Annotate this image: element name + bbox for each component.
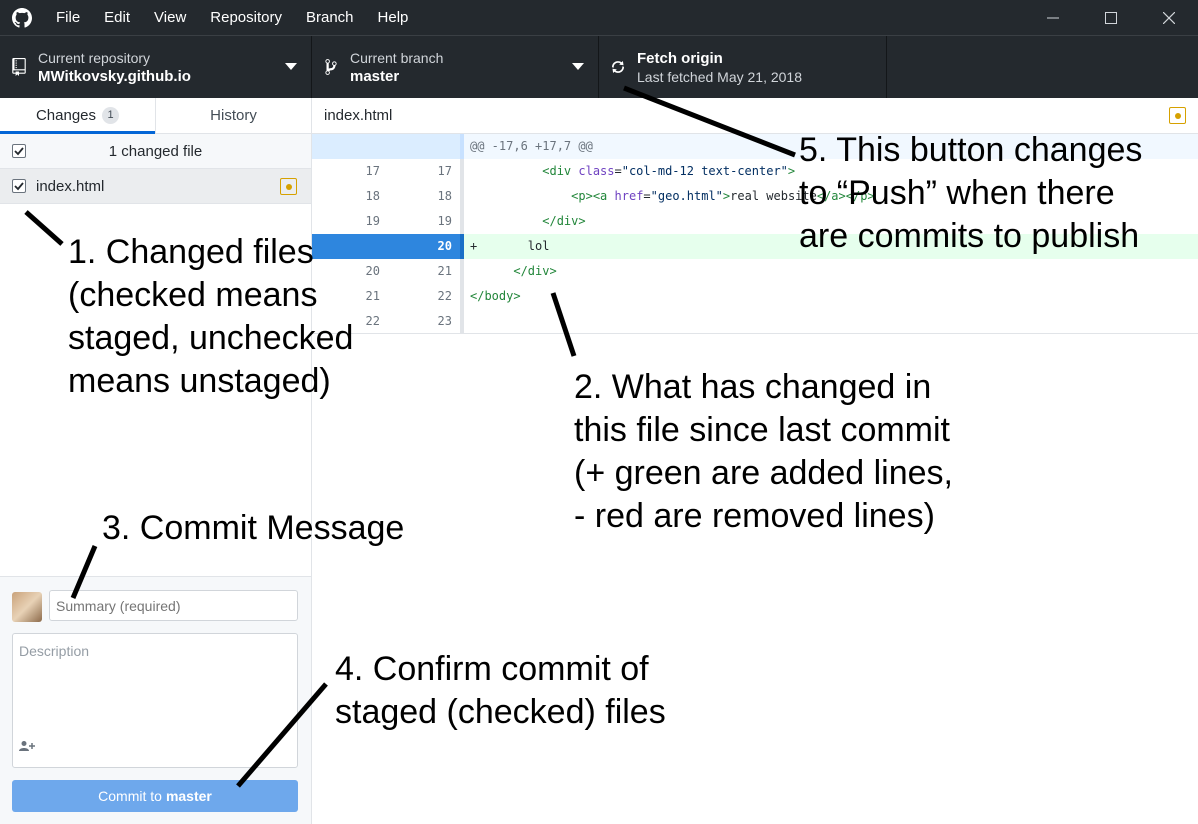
code-tag: > — [787, 164, 796, 178]
toolbar: Current repository MWitkovsky.github.io … — [0, 35, 1198, 98]
tab-changes-label: Changes — [35, 107, 97, 124]
minimize-icon[interactable] — [1024, 0, 1082, 35]
new-line-number: 18 — [388, 184, 464, 209]
select-all-checkbox[interactable] — [12, 144, 26, 158]
commit-button[interactable]: Commit to master — [12, 780, 298, 812]
code-string: "col-md-12 text-center" — [621, 164, 788, 178]
diff-line: 22 23 — [312, 309, 1198, 334]
tab-history-label: History — [210, 107, 257, 124]
changed-files-count: 1 changed file — [108, 142, 203, 160]
avatar — [12, 592, 42, 622]
commit-panel: Description Commit to master — [0, 576, 311, 824]
new-line-number: 19 — [388, 209, 464, 234]
commit-summary-input[interactable] — [49, 590, 298, 621]
code-attr: class — [578, 164, 615, 178]
tab-history[interactable]: History — [155, 98, 311, 133]
branch-icon — [312, 58, 350, 76]
new-line-number: 23 — [388, 309, 464, 334]
annotation-changed-files: 1. Changed files (checked means staged, … — [68, 233, 354, 400]
file-modified-icon — [280, 178, 297, 195]
menu-help[interactable]: Help — [366, 0, 421, 35]
branch-name: master — [350, 67, 400, 85]
sync-icon — [599, 59, 637, 75]
diff-line: 20 21 </div> — [312, 259, 1198, 284]
repo-name: MWitkovsky.github.io — [38, 67, 191, 85]
file-modified-icon — [1169, 107, 1186, 124]
add-coauthor-icon[interactable] — [19, 739, 35, 757]
new-line-number: 17 — [388, 159, 464, 184]
description-placeholder: Description — [19, 643, 90, 659]
tab-changes[interactable]: Changes 1 — [0, 98, 155, 134]
code-attr: href — [614, 189, 644, 203]
file-checkbox[interactable] — [12, 179, 26, 193]
changed-files-header: 1 changed file — [0, 134, 311, 169]
title-bar: File Edit View Repository Branch Help — [0, 0, 1198, 35]
annotation-fetch-button: 5. This button changes to “Push” when th… — [799, 131, 1143, 255]
old-line-number: 18 — [312, 184, 388, 209]
window-controls — [1024, 0, 1198, 35]
code-string: "geo.html" — [650, 189, 723, 203]
new-line-number: 21 — [388, 259, 464, 284]
annotation-diff: 2. What has changed in this file since l… — [574, 368, 953, 535]
new-line-number: 22 — [388, 284, 464, 309]
annotation-commit-message: 3. Commit Message — [102, 509, 405, 547]
commit-description-field[interactable]: Description — [12, 633, 298, 768]
diff-file-path: index.html — [324, 107, 393, 124]
repo-icon — [0, 58, 38, 76]
code-eq: = — [614, 164, 622, 178]
fetch-title: Fetch origin — [637, 49, 723, 67]
fetch-origin-button[interactable]: Fetch origin Last fetched May 21, 2018 — [599, 36, 887, 98]
menu-file[interactable]: File — [44, 0, 92, 35]
current-repository-button[interactable]: Current repository MWitkovsky.github.io — [0, 36, 312, 98]
changes-count-badge: 1 — [102, 107, 120, 124]
code-tag: </body> — [470, 289, 521, 303]
maximize-icon[interactable] — [1082, 0, 1140, 35]
menu-bar: File Edit View Repository Branch Help — [44, 0, 420, 35]
code-tag: </div> — [542, 214, 586, 228]
commit-button-prefix: Commit to — [98, 788, 162, 804]
sidebar: Changes 1 History 1 changed file index.h… — [0, 98, 312, 824]
menu-branch[interactable]: Branch — [294, 0, 366, 35]
old-line-number — [312, 134, 388, 159]
sidebar-tabs: Changes 1 History — [0, 98, 311, 134]
code-text: </body> — [464, 284, 1198, 309]
current-branch-button[interactable]: Current branch master — [312, 36, 599, 98]
chevron-down-icon — [572, 63, 584, 70]
menu-edit[interactable]: Edit — [92, 0, 142, 35]
new-line-number: 20 — [388, 234, 464, 259]
branch-label: Current branch — [350, 49, 444, 66]
close-icon[interactable] — [1140, 0, 1198, 35]
code-text: </div> — [464, 259, 1198, 284]
code-tag: </div> — [513, 264, 557, 278]
diff-line: 21 22 </body> — [312, 284, 1198, 309]
code-tag: <p><a — [571, 189, 615, 203]
github-logo-icon — [0, 0, 44, 35]
old-line-number: 17 — [312, 159, 388, 184]
chevron-down-icon — [285, 63, 297, 70]
commit-button-branch: master — [165, 788, 212, 804]
new-line-number — [388, 134, 464, 159]
diff-divider — [312, 333, 1198, 334]
repo-label: Current repository — [38, 49, 151, 66]
menu-repository[interactable]: Repository — [198, 0, 294, 35]
file-name: index.html — [36, 177, 105, 195]
code-eq: = — [643, 189, 651, 203]
code-tag: <div — [542, 164, 579, 178]
last-fetched: Last fetched May 21, 2018 — [637, 68, 802, 85]
annotation-commit-button: 4. Confirm commit of staged (checked) fi… — [335, 650, 666, 731]
menu-view[interactable]: View — [142, 0, 198, 35]
file-list-item[interactable]: index.html — [0, 169, 311, 204]
